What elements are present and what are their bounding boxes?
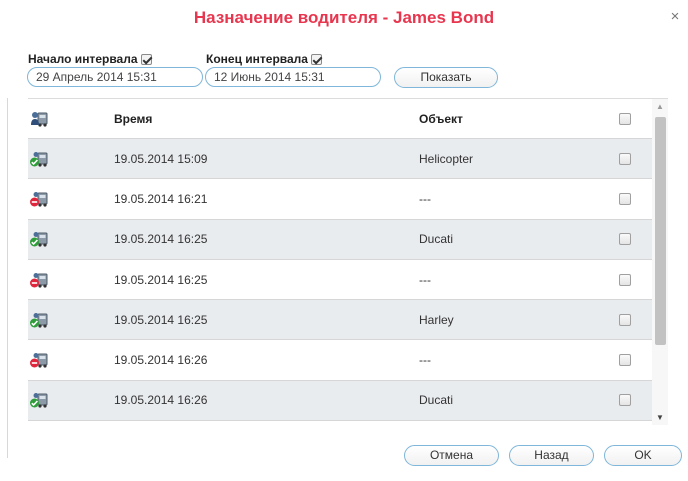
- row-time: 19.05.2014 16:25: [114, 272, 208, 287]
- row-time: 19.05.2014 16:26: [114, 353, 208, 368]
- row-object: ---: [419, 272, 431, 287]
- row-status-cell: [28, 312, 114, 328]
- start-interval-label: Начало интервала: [28, 52, 138, 66]
- unassigned-status-icon: [30, 191, 48, 207]
- row-object: Helicopter: [419, 151, 474, 166]
- assigned-status-icon: [30, 151, 48, 167]
- end-date-field[interactable]: 12 Июнь 2014 15:31: [205, 67, 381, 87]
- row-object: Ducati: [419, 393, 454, 408]
- column-header-object[interactable]: Объект: [419, 112, 619, 126]
- row-status-cell: [28, 392, 114, 409]
- row-object: Harley: [419, 312, 454, 327]
- end-interval-label: Конец интервала: [206, 52, 308, 66]
- assignments-table-body: Время Объект 19.05.2014 15:09 Helicopter 1…: [28, 99, 662, 422]
- table-row[interactable]: 19.05.2014 16:25 ---: [28, 260, 662, 301]
- dialog-title: Назначение водителя - James Bond: [193, 8, 495, 27]
- table-row[interactable]: 19.05.2014 16:26 Ducati: [28, 380, 662, 422]
- driver-assignment-dialog: Назначение водителя - James Bond × Начал…: [0, 0, 688, 481]
- row-time: 19.05.2014 16:21: [114, 191, 208, 206]
- table-scrollbar[interactable]: ▲ ▼: [652, 99, 668, 425]
- table-row[interactable]: 19.05.2014 16:21 ---: [28, 179, 662, 220]
- scroll-thumb[interactable]: [655, 117, 666, 345]
- row-select-checkbox[interactable]: [619, 152, 631, 165]
- back-button[interactable]: Назад: [509, 445, 594, 466]
- dialog-left-divider: [7, 98, 8, 458]
- assigned-status-icon: [30, 232, 48, 247]
- scroll-up-arrow-icon[interactable]: ▲: [652, 99, 668, 115]
- select-all-checkbox[interactable]: [619, 112, 631, 125]
- row-select-checkbox[interactable]: [619, 192, 631, 205]
- row-time: 19.05.2014 16:25: [114, 312, 208, 327]
- table-row[interactable]: 19.05.2014 16:25 Harley: [28, 300, 662, 341]
- driver-vehicle-icon: [31, 111, 48, 127]
- cancel-button[interactable]: Отмена: [404, 445, 499, 466]
- row-object: ---: [419, 191, 431, 206]
- show-button[interactable]: Показать: [394, 67, 498, 88]
- table-row[interactable]: 19.05.2014 15:09 Helicopter: [28, 139, 662, 180]
- ok-button[interactable]: OK: [604, 445, 682, 466]
- row-status-cell: [28, 191, 114, 207]
- row-select-checkbox[interactable]: [619, 313, 631, 326]
- row-time: 19.05.2014 16:25: [114, 232, 208, 247]
- row-status-cell: [28, 352, 114, 368]
- scroll-down-arrow-icon[interactable]: ▼: [652, 410, 668, 425]
- end-interval-label-group: Конец интервала: [206, 52, 322, 66]
- start-interval-checkbox[interactable]: [140, 53, 152, 65]
- table-header-row: Время Объект: [28, 99, 662, 139]
- assigned-status-icon: [30, 312, 48, 328]
- unassigned-status-icon: [30, 272, 48, 288]
- row-select-checkbox[interactable]: [619, 273, 631, 286]
- row-object: Ducati: [419, 232, 454, 247]
- end-interval-checkbox[interactable]: [310, 53, 322, 65]
- row-object: ---: [419, 353, 431, 368]
- column-header-time[interactable]: Время: [114, 112, 419, 126]
- close-icon[interactable]: ×: [668, 9, 682, 24]
- table-row[interactable]: 19.05.2014 16:25 Ducati: [28, 219, 662, 260]
- start-interval-label-group: Начало интервала: [28, 52, 152, 66]
- table-row[interactable]: 19.05.2014 16:26 ---: [28, 340, 662, 381]
- header-icon-cell: [28, 111, 114, 127]
- row-status-cell: [28, 272, 114, 288]
- unassigned-status-icon: [30, 353, 48, 368]
- row-status-cell: [28, 151, 114, 167]
- row-select-checkbox[interactable]: [619, 354, 631, 367]
- assignments-table: Время Объект 19.05.2014 15:09 Helicopter 1…: [28, 98, 668, 425]
- row-status-cell: [28, 231, 114, 247]
- assigned-status-icon: [30, 393, 48, 409]
- row-select-checkbox[interactable]: [619, 233, 631, 246]
- row-select-checkbox[interactable]: [619, 394, 631, 407]
- start-date-field[interactable]: 29 Апрель 2014 15:31: [27, 67, 203, 87]
- row-time: 19.05.2014 16:26: [114, 393, 208, 408]
- row-time: 19.05.2014 15:09: [114, 151, 208, 166]
